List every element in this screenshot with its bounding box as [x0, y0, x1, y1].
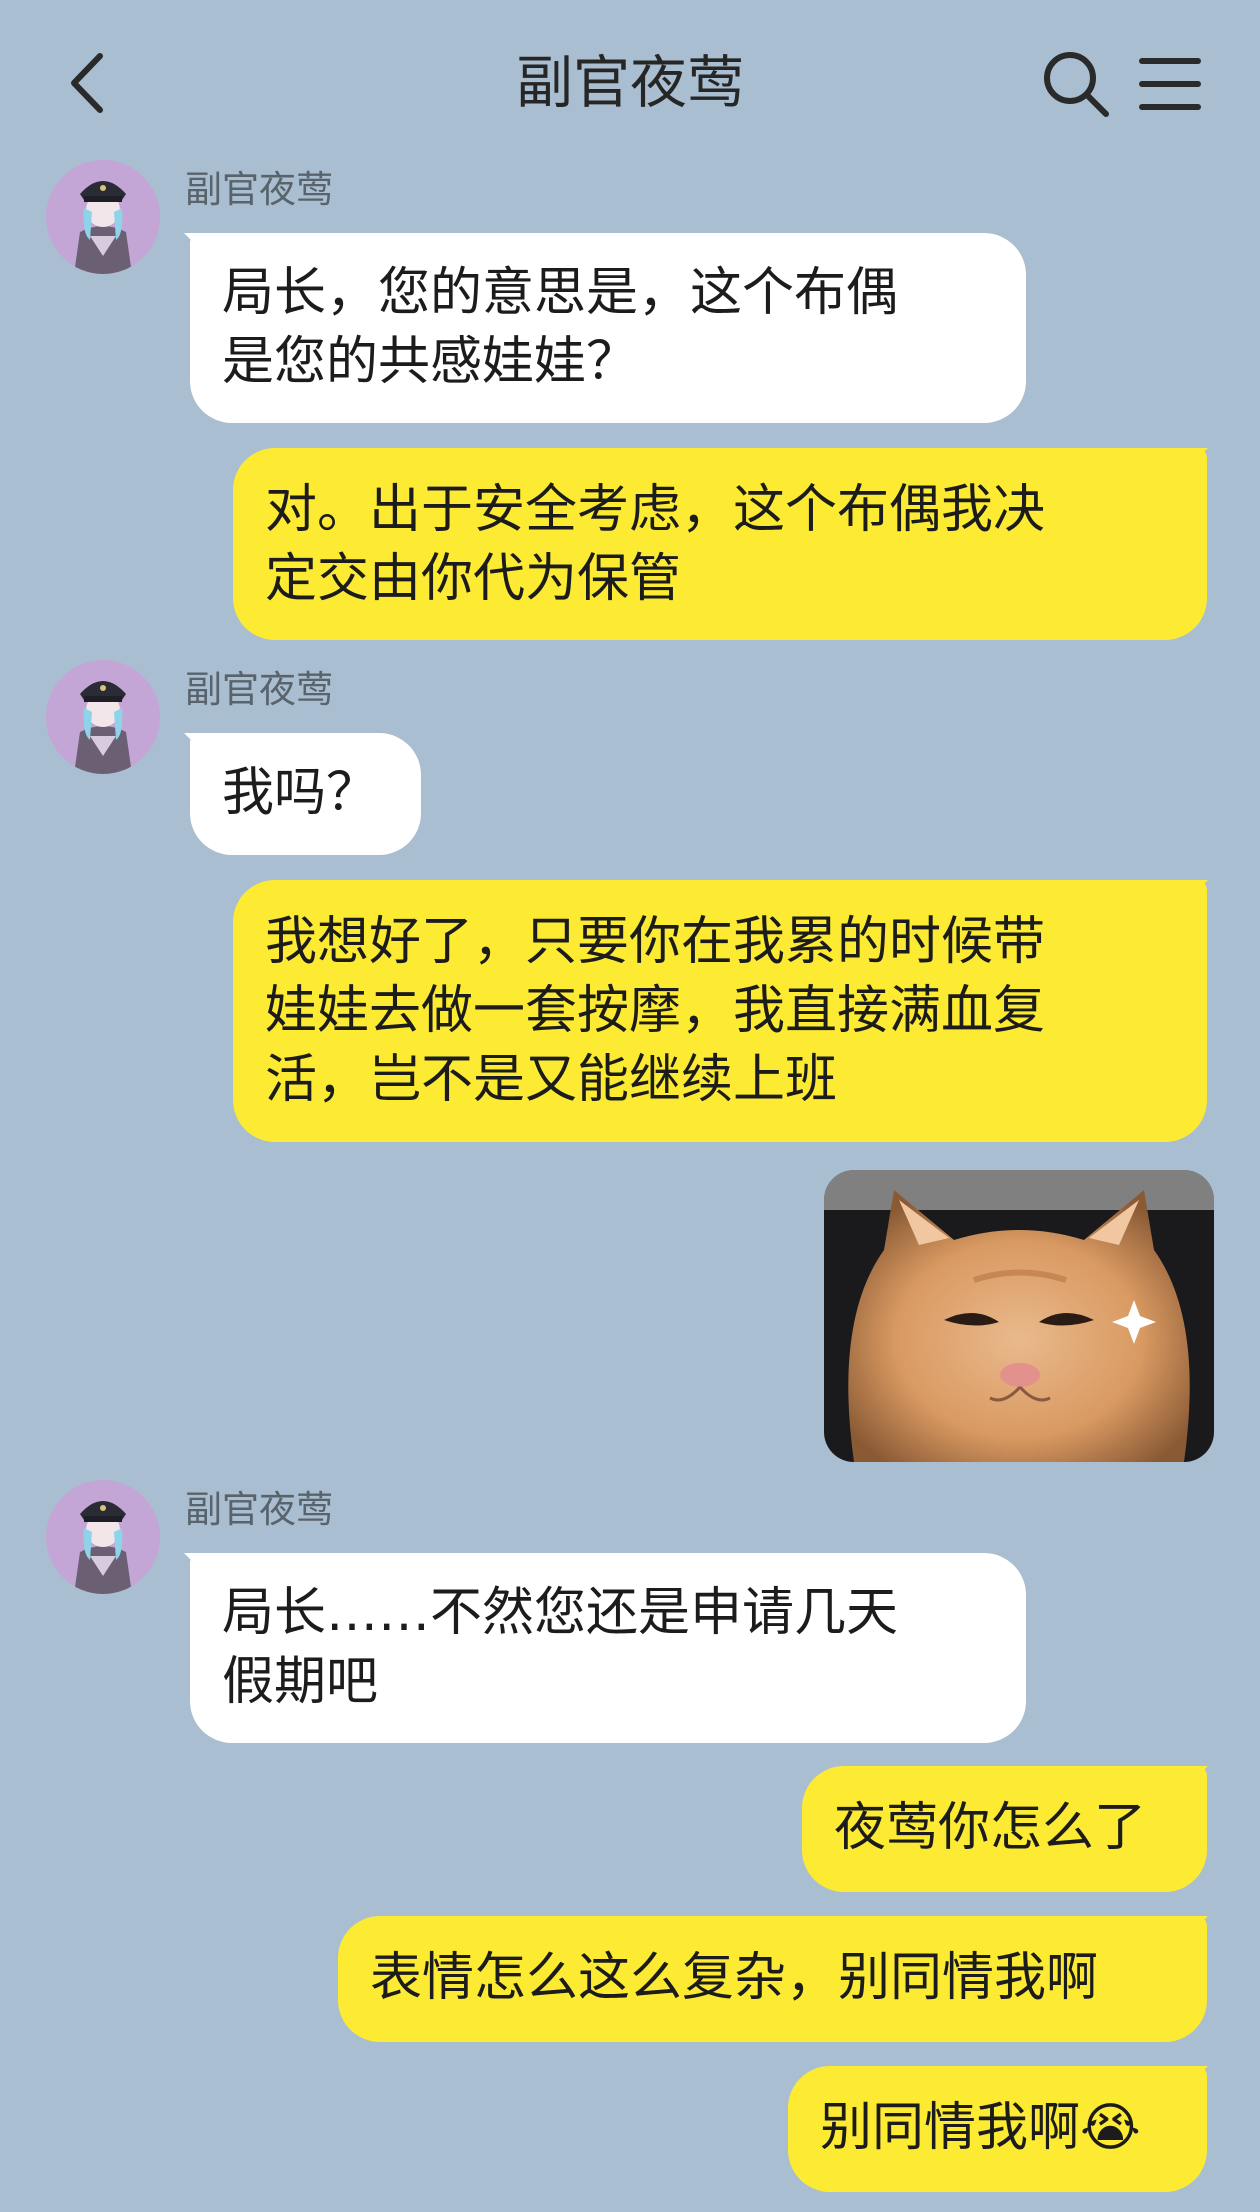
menu-icon — [1139, 58, 1201, 110]
message-text-line: 假期吧 — [222, 1652, 379, 1712]
message-bubble[interactable]: 局长，您的意思是，这个布偶 是您的共感娃娃？ — [190, 233, 1026, 423]
kitten-sticker[interactable] — [824, 1170, 1214, 1462]
message-bubble[interactable]: 局长……不然您还是申请几天 假期吧 — [190, 1553, 1026, 1743]
message-bubble[interactable]: 我想好了，只要你在我累的时候带 娃娃去做一套按摩，我直接满血复 活，岂不是又能继… — [233, 880, 1207, 1142]
message-text-line: 我吗？ — [222, 763, 379, 823]
message-bubble[interactable]: 对。出于安全考虑，这个布偶我决 定交由你代为保管 — [233, 448, 1207, 640]
chat-header: 副官夜莺 — [0, 0, 1260, 160]
search-button[interactable] — [1040, 48, 1112, 120]
message-text-line: 活，岂不是又能继续上班 — [265, 1050, 838, 1110]
avatar[interactable] — [46, 160, 160, 274]
message-bubble[interactable]: 别同情我啊😭 — [788, 2066, 1207, 2192]
message-text-line: 表情怎么这么复杂，别同情我啊 — [370, 1948, 1099, 2008]
search-icon — [1044, 52, 1109, 117]
sender-name: 副官夜莺 — [185, 1488, 333, 1531]
avatar[interactable] — [46, 1480, 160, 1594]
message-text-line: 我想好了，只要你在我累的时候带 — [265, 912, 1046, 972]
message-text-line: 局长……不然您还是申请几天 — [222, 1583, 899, 1643]
message-text-line: 别同情我啊😭 — [820, 2098, 1141, 2158]
message-bubble[interactable]: 夜莺你怎么了 — [802, 1766, 1207, 1892]
avatar[interactable] — [46, 660, 160, 774]
message-text-line: 对。出于安全考虑，这个布偶我决 — [265, 480, 1046, 540]
sender-name: 副官夜莺 — [185, 668, 333, 711]
message-bubble[interactable]: 我吗？ — [190, 733, 421, 855]
menu-button[interactable] — [1138, 52, 1202, 116]
message-bubble[interactable]: 表情怎么这么复杂，别同情我啊 — [338, 1916, 1207, 2042]
message-text-line: 娃娃去做一套按摩，我直接满血复 — [265, 981, 1046, 1041]
message-text-line: 是您的共感娃娃？ — [222, 332, 639, 392]
message-text-line: 局长，您的意思是，这个布偶 — [222, 263, 899, 323]
sender-name: 副官夜莺 — [185, 168, 333, 211]
message-text-line: 定交由你代为保管 — [265, 549, 682, 609]
message-text-line: 夜莺你怎么了 — [834, 1798, 1147, 1858]
